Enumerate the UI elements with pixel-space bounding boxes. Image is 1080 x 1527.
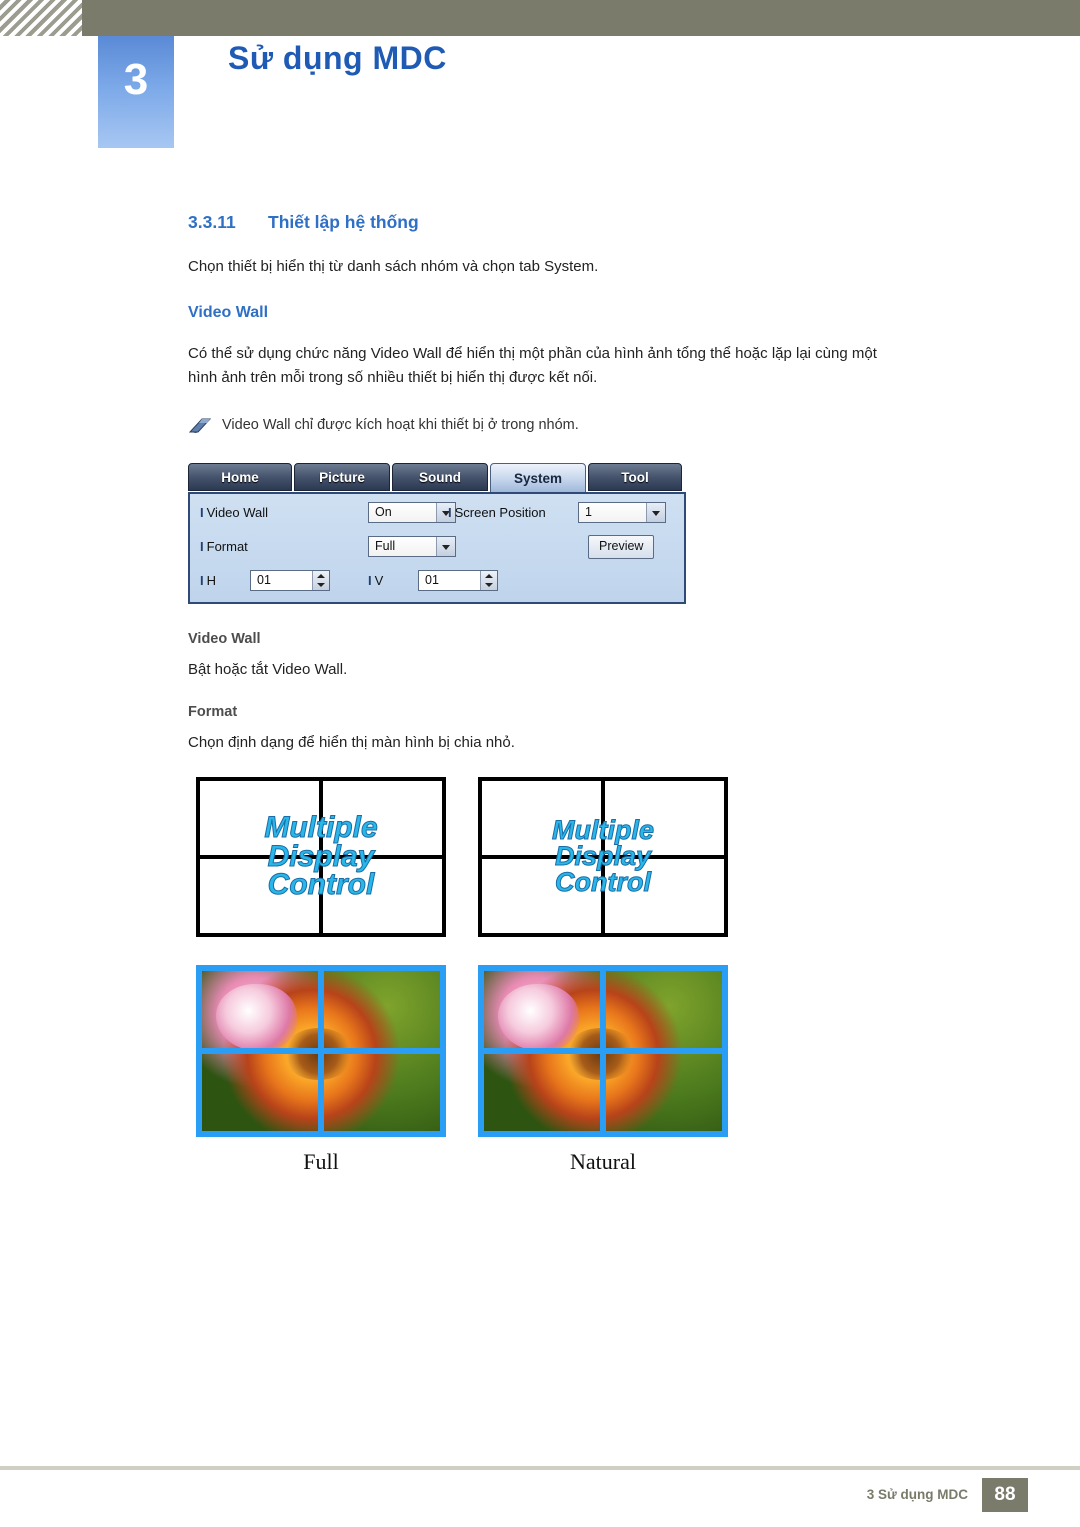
note-pencil-icon — [188, 415, 222, 441]
footer-divider — [0, 1466, 1080, 1470]
chevron-down-icon[interactable] — [436, 536, 455, 556]
wall-divider-horizontal — [482, 854, 724, 859]
tab-tool[interactable]: Tool — [588, 462, 682, 491]
page-number: 88 — [982, 1478, 1028, 1512]
v-value: 01 — [425, 572, 439, 587]
chapter-number: 3 — [123, 55, 149, 104]
tab-sound[interactable]: Sound — [392, 462, 488, 491]
screen-position-select[interactable]: 1 — [578, 501, 666, 523]
format-select[interactable]: Full — [368, 535, 456, 557]
stepper-arrows-icon[interactable] — [312, 570, 329, 590]
mdc-panel-body: Video Wall On Format Full H 01 V 01 Scre… — [188, 491, 686, 604]
mdc-system-tab-panel: Home Picture Sound System Tool Video Wal… — [188, 462, 688, 613]
stepper-arrows-icon[interactable] — [480, 570, 497, 590]
wall-photo-natural — [478, 964, 728, 1137]
mdc-tab-bar: Home Picture Sound System Tool — [188, 462, 688, 493]
photo-divider-horizontal — [202, 1047, 440, 1054]
term-format-desc: Chọn định dạng để hiển thị màn hình bị c… — [188, 733, 515, 751]
h-stepper[interactable]: 01 — [250, 569, 330, 591]
v-label: V — [368, 573, 384, 588]
video-wall-value: On — [375, 504, 392, 519]
screen-position-value: 1 — [585, 504, 592, 519]
note-text: Video Wall chỉ được kích hoạt khi thiết … — [222, 416, 579, 433]
tab-picture[interactable]: Picture — [294, 462, 390, 491]
note-row: Video Wall chỉ được kích hoạt khi thiết … — [188, 415, 888, 441]
term-format: Format — [188, 703, 238, 720]
header-hatch-decoration — [0, 0, 82, 36]
term-video-wall-desc: Bật hoặc tắt Video Wall. — [188, 660, 348, 678]
wall-divider-horizontal — [200, 854, 442, 859]
chevron-down-icon[interactable] — [646, 502, 665, 522]
caption-natural: Natural — [570, 1148, 636, 1174]
wall-text-full: Multiple Display Control — [196, 776, 446, 937]
format-illustrations: Multiple Display Control Multiple Displa… — [188, 776, 888, 1207]
h-label: H — [200, 573, 216, 588]
section-heading: 3.3.11 Thiết lập hệ thống — [188, 212, 888, 233]
video-wall-label: Video Wall — [200, 505, 268, 520]
tab-system[interactable]: System — [490, 462, 586, 493]
tab-home[interactable]: Home — [188, 462, 292, 491]
page-content: 3.3.11 Thiết lập hệ thống Chọn thiết bị h… — [188, 212, 888, 1207]
wall-text-natural: Multiple Display Control — [478, 776, 728, 937]
section-description: Có thể sử dụng chức năng Video Wall để h… — [188, 345, 877, 386]
wall-photo-full — [196, 964, 446, 1137]
video-wall-select[interactable]: On — [368, 501, 456, 523]
footer-label: 3 Sử dụng MDC — [866, 1487, 968, 1502]
term-video-wall: Video Wall — [188, 630, 261, 647]
h-value: 01 — [257, 572, 271, 587]
format-label: Format — [200, 539, 248, 554]
photo-divider-horizontal — [484, 1047, 722, 1054]
section-number: 3.3.11 — [188, 212, 236, 232]
subsection-heading: Video Wall — [188, 304, 269, 322]
chapter-title: Sử dụng MDC — [228, 40, 447, 76]
preview-button[interactable]: Preview — [588, 534, 655, 559]
section-intro: Chọn thiết bị hiển thị từ danh sách nhóm… — [188, 258, 599, 275]
caption-full: Full — [303, 1148, 339, 1174]
v-stepper[interactable]: 01 — [418, 569, 498, 591]
page-header-bar — [0, 0, 1080, 36]
screen-position-label: Screen Position — [448, 505, 546, 520]
format-value: Full — [375, 538, 396, 553]
section-title: Thiết lập hệ thống — [268, 212, 419, 232]
